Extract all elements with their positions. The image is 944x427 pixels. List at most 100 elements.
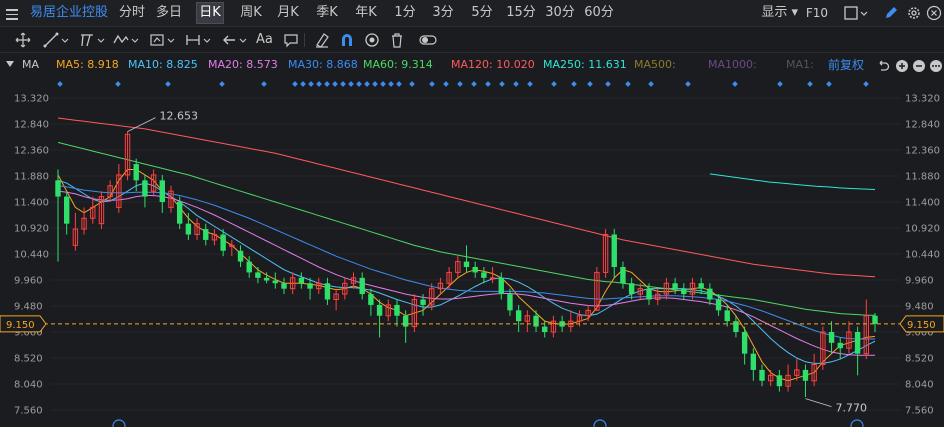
period-tab-5[interactable]: 季K (314, 0, 340, 26)
candle[interactable] (185, 212, 192, 240)
event-marker[interactable] (527, 81, 533, 87)
period-tab-8[interactable]: 3分 (432, 0, 454, 26)
channel-tool-icon[interactable] (78, 31, 96, 49)
ma-legend-item[interactable]: MA20: 8.573 (208, 53, 278, 77)
ma-legend-item[interactable]: MA500: (634, 53, 676, 77)
candle[interactable] (124, 131, 131, 181)
undo-icon[interactable] (876, 59, 890, 73)
dividend-marker-icon[interactable] (593, 419, 607, 427)
period-tab-4[interactable]: 月K (275, 0, 301, 26)
chevron-down-icon[interactable] (859, 5, 869, 21)
event-marker[interactable] (429, 81, 435, 87)
event-marker[interactable] (625, 81, 631, 87)
period-tab-0[interactable]: 分时 (118, 0, 146, 26)
more-icon[interactable] (929, 59, 943, 73)
menu-icon[interactable] (6, 6, 20, 20)
stock-name[interactable]: 易居企业控股 (30, 0, 108, 26)
chevron-down-icon[interactable] (202, 31, 212, 49)
event-marker[interactable] (57, 81, 63, 87)
ma-legend-item[interactable]: MA30: 8.868 (288, 53, 358, 77)
candle[interactable] (107, 180, 113, 202)
candle[interactable] (681, 283, 687, 300)
candle[interactable] (333, 288, 339, 311)
candle[interactable] (863, 299, 870, 360)
event-marker[interactable] (356, 81, 362, 87)
event-marker[interactable] (364, 81, 370, 87)
candle[interactable] (481, 267, 487, 284)
candle[interactable] (142, 174, 148, 208)
eye-icon[interactable] (363, 31, 381, 49)
event-marker[interactable] (219, 81, 225, 87)
candle[interactable] (133, 158, 139, 192)
zoom-out-icon[interactable] (912, 59, 926, 73)
candle[interactable] (90, 196, 96, 224)
event-marker[interactable] (324, 81, 330, 87)
collapse-arrow-icon[interactable] (6, 61, 14, 67)
candle[interactable] (359, 272, 365, 300)
event-marker[interactable] (165, 81, 171, 87)
period-tab-7[interactable]: 1分 (394, 0, 416, 26)
candle[interactable] (446, 267, 452, 289)
candle[interactable] (455, 256, 461, 278)
event-marker[interactable] (292, 81, 298, 87)
candle[interactable] (194, 218, 200, 240)
candle[interactable] (116, 164, 122, 213)
candle[interactable] (255, 267, 261, 284)
event-marker[interactable] (372, 81, 378, 87)
event-marker[interactable] (826, 81, 832, 87)
event-marker[interactable] (732, 81, 738, 87)
candle[interactable] (750, 348, 757, 381)
event-marker[interactable] (499, 81, 505, 87)
event-marker[interactable] (380, 81, 386, 87)
ma-label[interactable]: MA (22, 53, 39, 77)
trash-icon[interactable] (388, 31, 406, 49)
line-tool-icon[interactable] (42, 31, 60, 49)
event-marker[interactable] (605, 81, 611, 87)
candle[interactable] (550, 315, 557, 338)
zoom-in-icon[interactable] (895, 59, 909, 73)
settings-icon[interactable] (906, 5, 922, 21)
text-tool-button[interactable]: Aa (256, 31, 276, 49)
event-marker[interactable] (571, 81, 577, 87)
period-tab-1[interactable]: 多日 (153, 0, 185, 26)
chevron-down-icon[interactable] (166, 31, 176, 49)
ma-legend-item[interactable]: MA120: 10.020 (451, 53, 535, 77)
candle[interactable] (628, 277, 635, 300)
adjust-mode-dropdown[interactable]: 前复权 (828, 53, 864, 77)
event-marker[interactable] (807, 81, 813, 87)
candle[interactable] (394, 299, 400, 327)
candle[interactable] (741, 326, 748, 365)
candle[interactable] (611, 229, 617, 278)
candle[interactable] (159, 174, 165, 213)
candle[interactable] (472, 261, 478, 278)
event-marker[interactable] (115, 81, 121, 87)
event-marker[interactable] (348, 81, 354, 87)
event-marker[interactable] (513, 81, 519, 87)
period-tab-3[interactable]: 周K (237, 0, 265, 26)
chevron-down-icon[interactable] (96, 31, 106, 49)
kline-chart[interactable]: 13.320 13.320 12.840 12.840 12.360 12.360 11.8… (0, 77, 944, 427)
candle[interactable] (324, 277, 331, 305)
candle[interactable] (568, 310, 574, 332)
ma-legend-item[interactable]: MA250: 11.631 (543, 53, 627, 77)
candle[interactable] (828, 321, 835, 354)
candle[interactable] (872, 313, 878, 332)
candle[interactable] (854, 326, 861, 376)
candle[interactable] (98, 191, 105, 230)
candle[interactable] (515, 304, 522, 332)
event-marker[interactable] (300, 81, 306, 87)
candle[interactable] (846, 321, 852, 354)
eraser-icon[interactable] (313, 31, 331, 49)
event-marker[interactable] (777, 81, 783, 87)
candle[interactable] (272, 272, 278, 289)
candle[interactable] (72, 212, 79, 251)
comment-icon[interactable] (282, 31, 300, 49)
event-marker[interactable] (396, 81, 402, 87)
chevron-down-icon[interactable] (130, 31, 140, 49)
event-marker[interactable] (316, 81, 322, 87)
event-marker[interactable] (863, 81, 869, 87)
candle[interactable] (802, 364, 809, 398)
event-marker[interactable] (587, 81, 593, 87)
checkbox-icon[interactable] (843, 5, 859, 21)
dividend-marker-icon[interactable] (112, 419, 126, 427)
